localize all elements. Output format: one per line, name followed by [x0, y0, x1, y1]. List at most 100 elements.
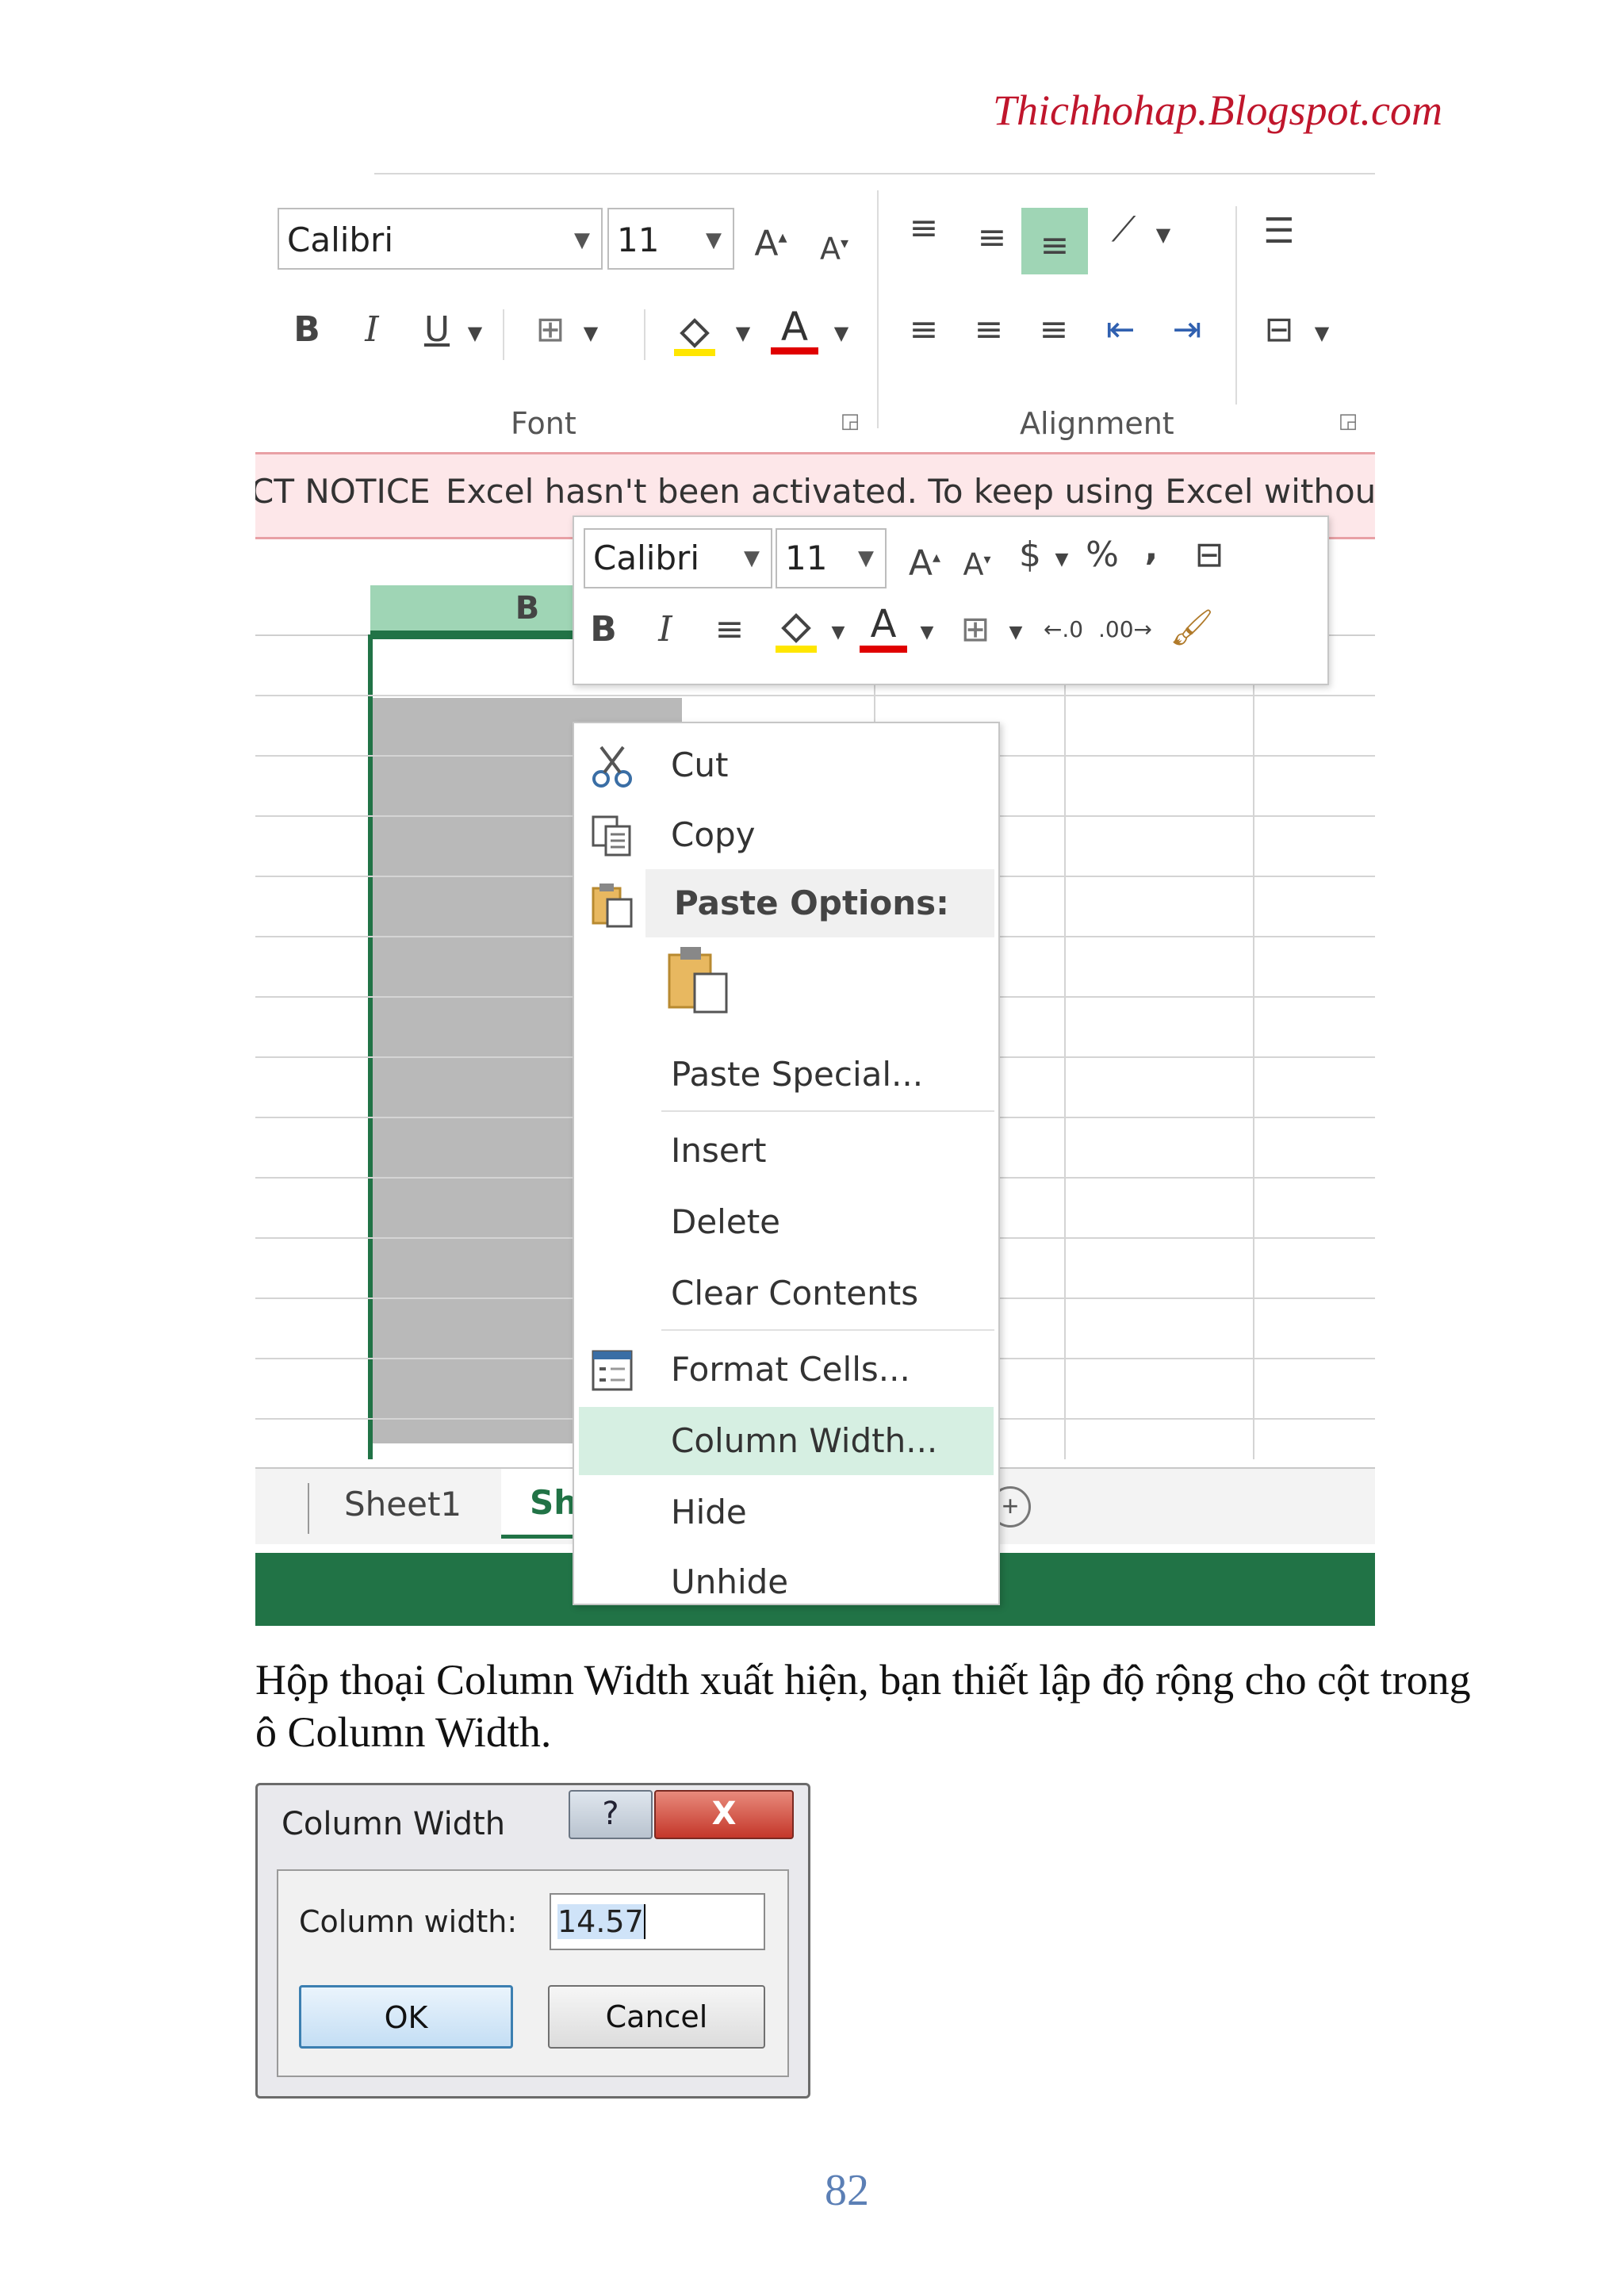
chevron-down-icon[interactable]: ▼: [826, 609, 850, 657]
sheet-tab-active-label: Sh: [530, 1483, 578, 1522]
mini-font-name-combo[interactable]: Calibri ▼: [584, 528, 772, 588]
paste-option-icon[interactable]: [663, 944, 734, 1015]
ribbon: Calibri ▼ 11 ▼ A▴ A▾ B I U ▼ ⊞ ▼ ▼ A ▼ F…: [255, 167, 1375, 452]
menu-heading-paste-options: Paste Options:: [645, 869, 994, 937]
font-color-icon[interactable]: A: [771, 306, 818, 357]
merge-center-icon[interactable]: ⊟: [1251, 306, 1307, 354]
mini-italic-button[interactable]: I: [645, 606, 685, 654]
dialog-launcher-icon[interactable]: ◲: [834, 409, 866, 433]
comma-button[interactable]: ,: [1136, 525, 1167, 573]
font-size-combo[interactable]: 11 ▼: [607, 208, 734, 270]
format-painter-icon[interactable]: 🖌: [1164, 604, 1220, 652]
menu-item-label: Column Width...: [671, 1421, 938, 1460]
underline-button[interactable]: U: [417, 306, 457, 354]
menu-item-insert[interactable]: Insert: [574, 1117, 998, 1185]
decrease-font-icon[interactable]: A▾: [953, 536, 1001, 588]
chevron-down-icon[interactable]: ▼: [744, 530, 760, 587]
italic-button[interactable]: I: [352, 306, 392, 354]
notice-message: Excel hasn't been activated. To keep usi…: [446, 472, 1375, 511]
ribbon-top-line: [374, 173, 1375, 174]
font-size-value: 11: [617, 220, 660, 259]
font-name-combo[interactable]: Calibri ▼: [278, 208, 603, 270]
column-width-input[interactable]: 14.57: [550, 1893, 765, 1950]
context-menu: Cut Copy Paste Options: Paste Special...…: [573, 722, 1000, 1605]
bold-button[interactable]: B: [287, 306, 327, 354]
menu-item-hide[interactable]: Hide: [574, 1478, 998, 1547]
borders-icon[interactable]: ⊞: [527, 306, 574, 354]
chevron-down-icon[interactable]: ▼: [915, 609, 939, 657]
fill-color-icon[interactable]: [671, 309, 718, 357]
excel-screenshot: Calibri ▼ 11 ▼ A▴ A▾ B I U ▼ ⊞ ▼ ▼ A ▼ F…: [255, 167, 1375, 1626]
mini-center-icon[interactable]: ≡: [706, 606, 753, 654]
menu-item-column-width[interactable]: Column Width...: [579, 1407, 994, 1475]
align-center-icon[interactable]: ≡: [961, 306, 1017, 354]
decrease-decimal-icon[interactable]: .00→: [1097, 606, 1153, 654]
align-bottom-icon[interactable]: ≡: [1021, 208, 1088, 274]
align-right-icon[interactable]: ≡: [1026, 306, 1082, 354]
menu-item-label: Paste Options:: [674, 884, 949, 922]
dialog-launcher-icon[interactable]: ◲: [1332, 409, 1364, 433]
page-number: 82: [825, 2166, 869, 2215]
menu-item-label: Cut: [671, 746, 729, 784]
ribbon-group-separator: [1235, 206, 1237, 404]
decrease-font-icon[interactable]: A▾: [810, 219, 858, 273]
menu-item-unhide[interactable]: Unhide: [574, 1548, 998, 1616]
grid-line: [255, 695, 1375, 696]
wrap-text-icon[interactable]: ☰: [1251, 208, 1307, 255]
chevron-down-icon[interactable]: ▼: [1004, 609, 1028, 657]
menu-item-label: Format Cells...: [671, 1350, 910, 1389]
currency-button[interactable]: $: [1010, 531, 1050, 579]
column-width-dialog: Column Width ? X Column width: 14.57 OK …: [255, 1783, 810, 2099]
menu-item-copy[interactable]: Copy: [574, 801, 998, 869]
decrease-indent-icon[interactable]: ⇤: [1093, 306, 1148, 354]
chevron-down-icon[interactable]: ▼: [858, 530, 874, 587]
menu-item-label: Insert: [671, 1131, 767, 1170]
notice-prefix: CT NOTICE: [255, 472, 431, 511]
percent-button[interactable]: %: [1078, 531, 1126, 579]
chevron-down-icon[interactable]: ▼: [579, 309, 603, 357]
menu-item-clear-contents[interactable]: Clear Contents: [574, 1259, 998, 1328]
chevron-down-icon[interactable]: ▼: [463, 309, 487, 357]
menu-item-paste-special[interactable]: Paste Special...: [574, 1041, 998, 1109]
alignment-group-label: Alignment: [1020, 406, 1174, 441]
ribbon-group-separator: [877, 190, 879, 428]
close-button[interactable]: X: [654, 1790, 794, 1839]
chevron-down-icon[interactable]: ▼: [829, 309, 853, 357]
merge-center-icon[interactable]: ⊟: [1182, 531, 1237, 579]
ribbon-separator: [503, 309, 504, 360]
chevron-down-icon[interactable]: ▼: [574, 209, 590, 271]
increase-decimal-icon[interactable]: ←.0: [1036, 606, 1091, 654]
help-button[interactable]: ?: [569, 1790, 653, 1839]
tab-separator: [308, 1483, 309, 1534]
site-header: Thichhohap.Blogspot.com: [993, 86, 1442, 134]
menu-item-cut[interactable]: Cut: [574, 731, 998, 799]
chevron-down-icon[interactable]: ▼: [1310, 309, 1334, 357]
format-cells-icon: [588, 1347, 636, 1394]
orientation-icon[interactable]: ⟋: [1096, 206, 1151, 254]
sheet-tab-sheet1[interactable]: Sheet1: [344, 1485, 462, 1524]
mini-borders-icon[interactable]: ⊞: [952, 606, 999, 654]
ok-button[interactable]: OK: [299, 1985, 513, 2049]
chevron-down-icon[interactable]: ▼: [1151, 211, 1175, 259]
mini-fill-color-icon[interactable]: [772, 606, 820, 654]
mini-bold-button[interactable]: B: [584, 606, 623, 654]
paste-icon: [588, 880, 636, 928]
align-top-icon[interactable]: ≡: [896, 205, 952, 252]
align-middle-icon[interactable]: ≡: [964, 214, 1020, 262]
chevron-down-icon[interactable]: ▼: [731, 309, 755, 357]
menu-item-delete[interactable]: Delete: [574, 1188, 998, 1256]
mini-font-color-icon[interactable]: A: [860, 603, 907, 655]
menu-item-label: Paste Special...: [671, 1055, 924, 1094]
increase-font-icon[interactable]: A▴: [747, 214, 795, 268]
column-width-label: Column width:: [299, 1904, 518, 1939]
chevron-down-icon[interactable]: ▼: [1050, 536, 1074, 584]
menu-item-format-cells[interactable]: Format Cells...: [574, 1336, 998, 1404]
mini-font-name-value: Calibri: [593, 539, 699, 577]
align-left-icon[interactable]: ≡: [896, 306, 952, 354]
increase-indent-icon[interactable]: ⇥: [1159, 306, 1215, 354]
menu-item-label: Delete: [671, 1202, 780, 1241]
increase-font-icon[interactable]: A▴: [901, 533, 948, 588]
chevron-down-icon[interactable]: ▼: [706, 209, 722, 271]
cancel-button[interactable]: Cancel: [548, 1985, 765, 2049]
mini-font-size-combo[interactable]: 11 ▼: [776, 528, 887, 588]
